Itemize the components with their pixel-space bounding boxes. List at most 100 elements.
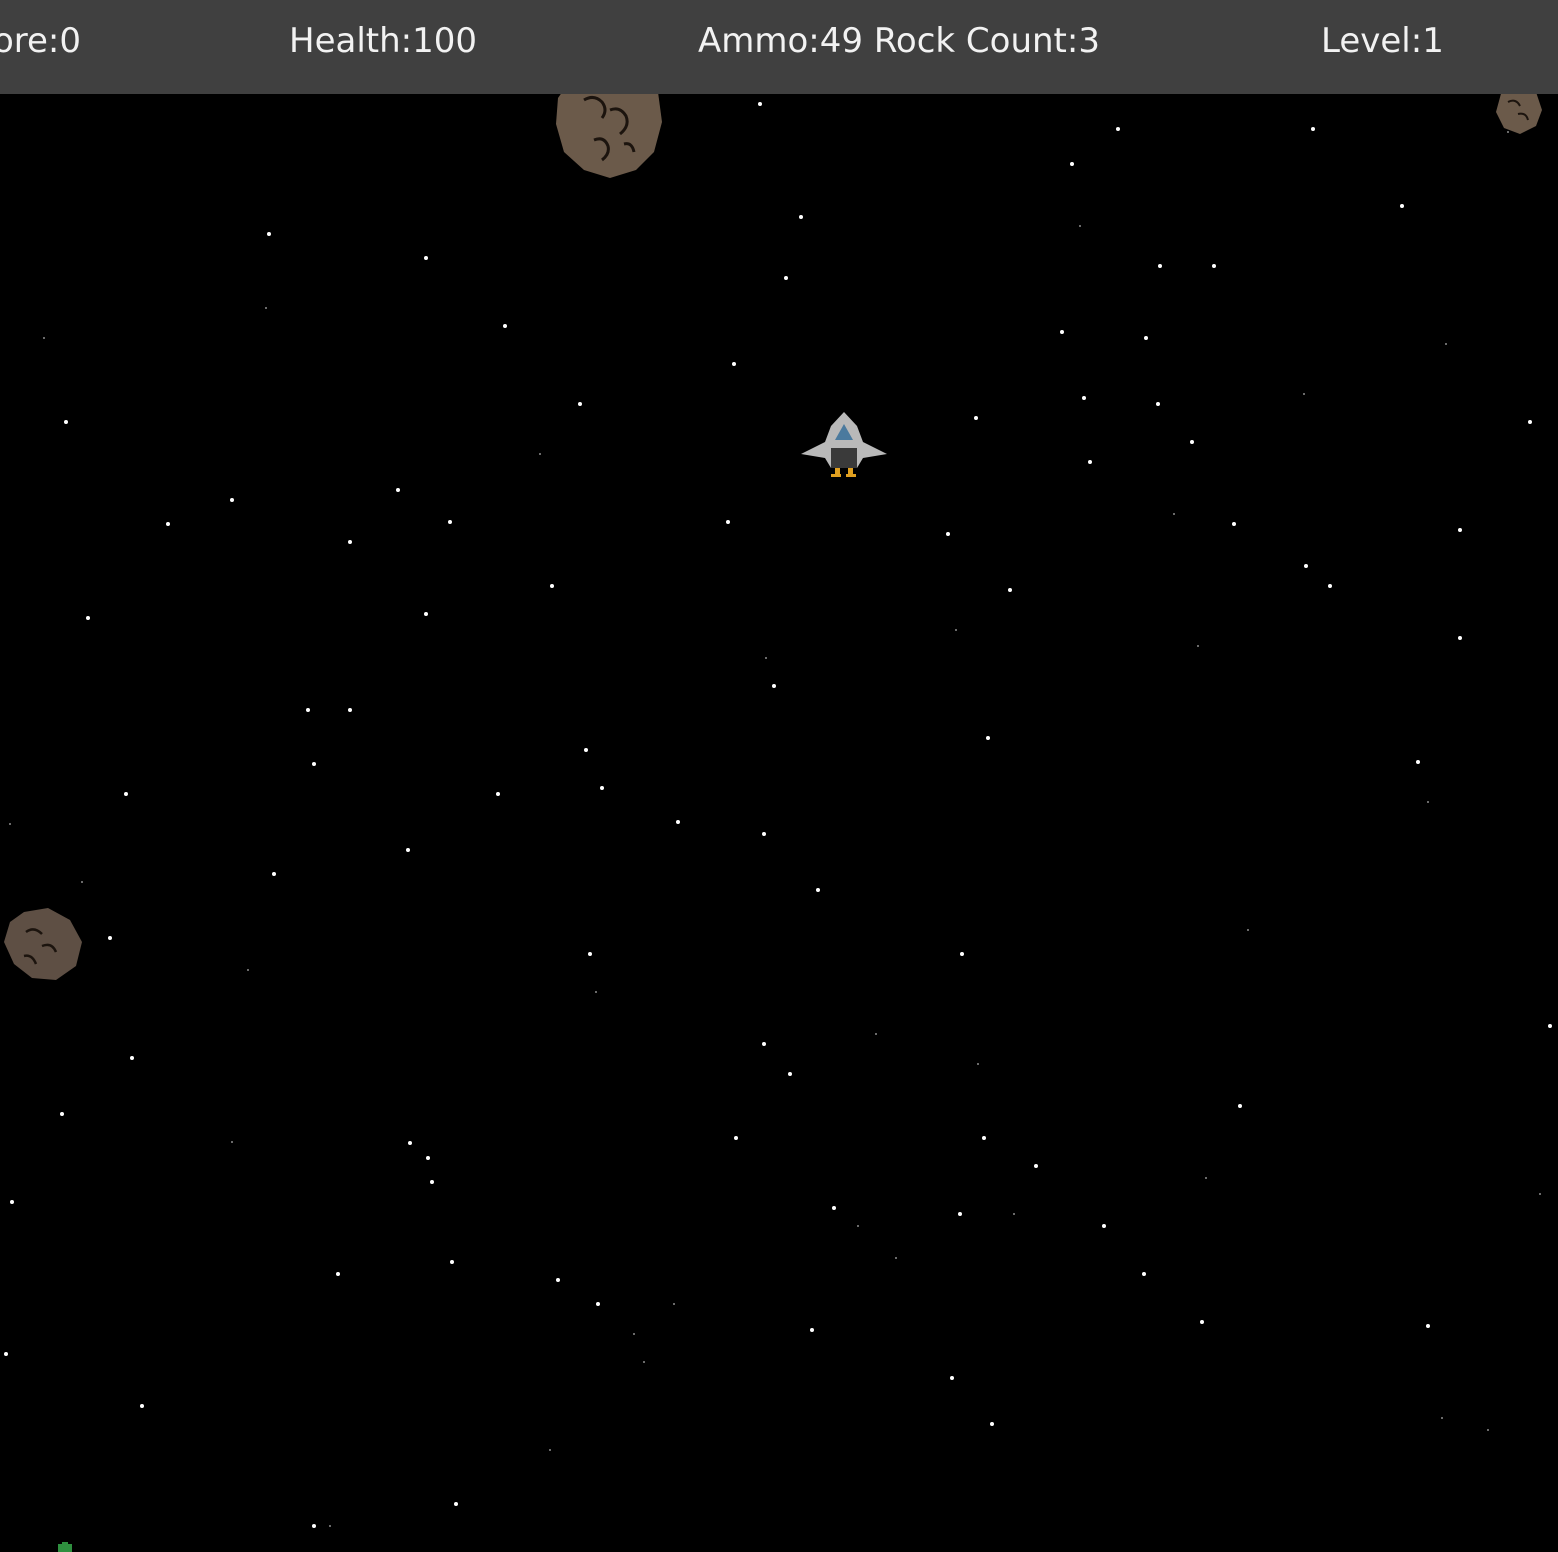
star — [799, 215, 803, 219]
star — [454, 1502, 458, 1506]
star — [1458, 636, 1462, 640]
star — [43, 337, 45, 339]
star — [1082, 396, 1086, 400]
star — [1400, 204, 1404, 208]
star — [81, 881, 83, 883]
star — [1102, 1224, 1106, 1228]
star — [426, 1156, 430, 1160]
star — [1190, 440, 1194, 444]
star — [1079, 225, 1081, 227]
star — [1548, 1024, 1552, 1028]
star — [1427, 801, 1429, 803]
star — [550, 584, 554, 588]
star — [990, 1422, 994, 1426]
star — [265, 307, 267, 309]
star — [977, 1063, 979, 1065]
star — [1013, 1213, 1015, 1215]
star — [1232, 522, 1236, 526]
starfield — [4, 8, 1552, 1528]
hud-bar: ore:0 Health:100 Ammo:49 Rock Count:3 Le… — [0, 0, 1558, 94]
star — [810, 1328, 814, 1332]
asteroid-icon — [4, 908, 82, 980]
star — [406, 848, 410, 852]
spaceship-icon[interactable] — [799, 410, 889, 482]
star — [1070, 162, 1074, 166]
star — [549, 1449, 551, 1451]
star — [10, 1200, 14, 1204]
star — [1142, 1272, 1146, 1276]
star — [676, 820, 680, 824]
star — [312, 1524, 316, 1528]
star — [306, 708, 310, 712]
star — [643, 1361, 645, 1363]
star — [86, 616, 90, 620]
star — [946, 532, 950, 536]
star — [1426, 1324, 1430, 1328]
level-display: Level:1 — [1321, 21, 1444, 61]
star — [596, 1302, 600, 1306]
star — [578, 402, 582, 406]
star — [312, 762, 316, 766]
star — [958, 1212, 962, 1216]
star — [1008, 588, 1012, 592]
star — [348, 708, 352, 712]
star — [772, 684, 776, 688]
star — [1328, 584, 1332, 588]
star — [600, 786, 604, 790]
star — [588, 952, 592, 956]
star — [758, 102, 762, 106]
star — [1173, 513, 1175, 515]
star — [986, 736, 990, 740]
star — [1144, 336, 1148, 340]
star — [673, 1303, 675, 1305]
star — [633, 1333, 635, 1335]
star — [424, 256, 428, 260]
star — [765, 657, 767, 659]
star — [1539, 1193, 1541, 1195]
game-canvas[interactable]: ore:0 Health:100 Ammo:49 Rock Count:3 Le… — [0, 0, 1558, 1552]
star — [503, 324, 507, 328]
star — [595, 991, 597, 993]
star — [140, 1404, 144, 1408]
star — [348, 540, 352, 544]
star — [1156, 402, 1160, 406]
star — [1197, 645, 1199, 647]
star — [1304, 564, 1308, 568]
star — [60, 1112, 64, 1116]
star — [1088, 460, 1092, 464]
star — [875, 1033, 877, 1035]
star — [64, 420, 68, 424]
star — [734, 1136, 738, 1140]
star — [556, 1278, 560, 1282]
star — [726, 520, 730, 524]
star — [1441, 1417, 1443, 1419]
star — [1458, 528, 1462, 532]
star — [816, 888, 820, 892]
star — [960, 952, 964, 956]
star — [762, 832, 766, 836]
star — [430, 1180, 434, 1184]
star — [950, 1376, 954, 1380]
star — [762, 1042, 766, 1046]
star — [1528, 420, 1532, 424]
star — [788, 1072, 792, 1076]
star — [272, 872, 276, 876]
star — [1445, 343, 1447, 345]
star — [1311, 127, 1315, 131]
star — [895, 1257, 897, 1259]
star — [1116, 127, 1120, 131]
star — [9, 823, 11, 825]
star — [832, 1206, 836, 1210]
star — [448, 520, 452, 524]
star — [329, 1525, 331, 1527]
ammo-rock-count-display: Ammo:49 Rock Count:3 — [698, 21, 1100, 61]
star — [1034, 1164, 1038, 1168]
star — [974, 416, 978, 420]
star — [1487, 1429, 1489, 1431]
star — [539, 453, 541, 455]
star — [496, 792, 500, 796]
score-display: ore:0 — [0, 21, 81, 61]
star — [732, 362, 736, 366]
star — [130, 1056, 134, 1060]
star — [982, 1136, 986, 1140]
